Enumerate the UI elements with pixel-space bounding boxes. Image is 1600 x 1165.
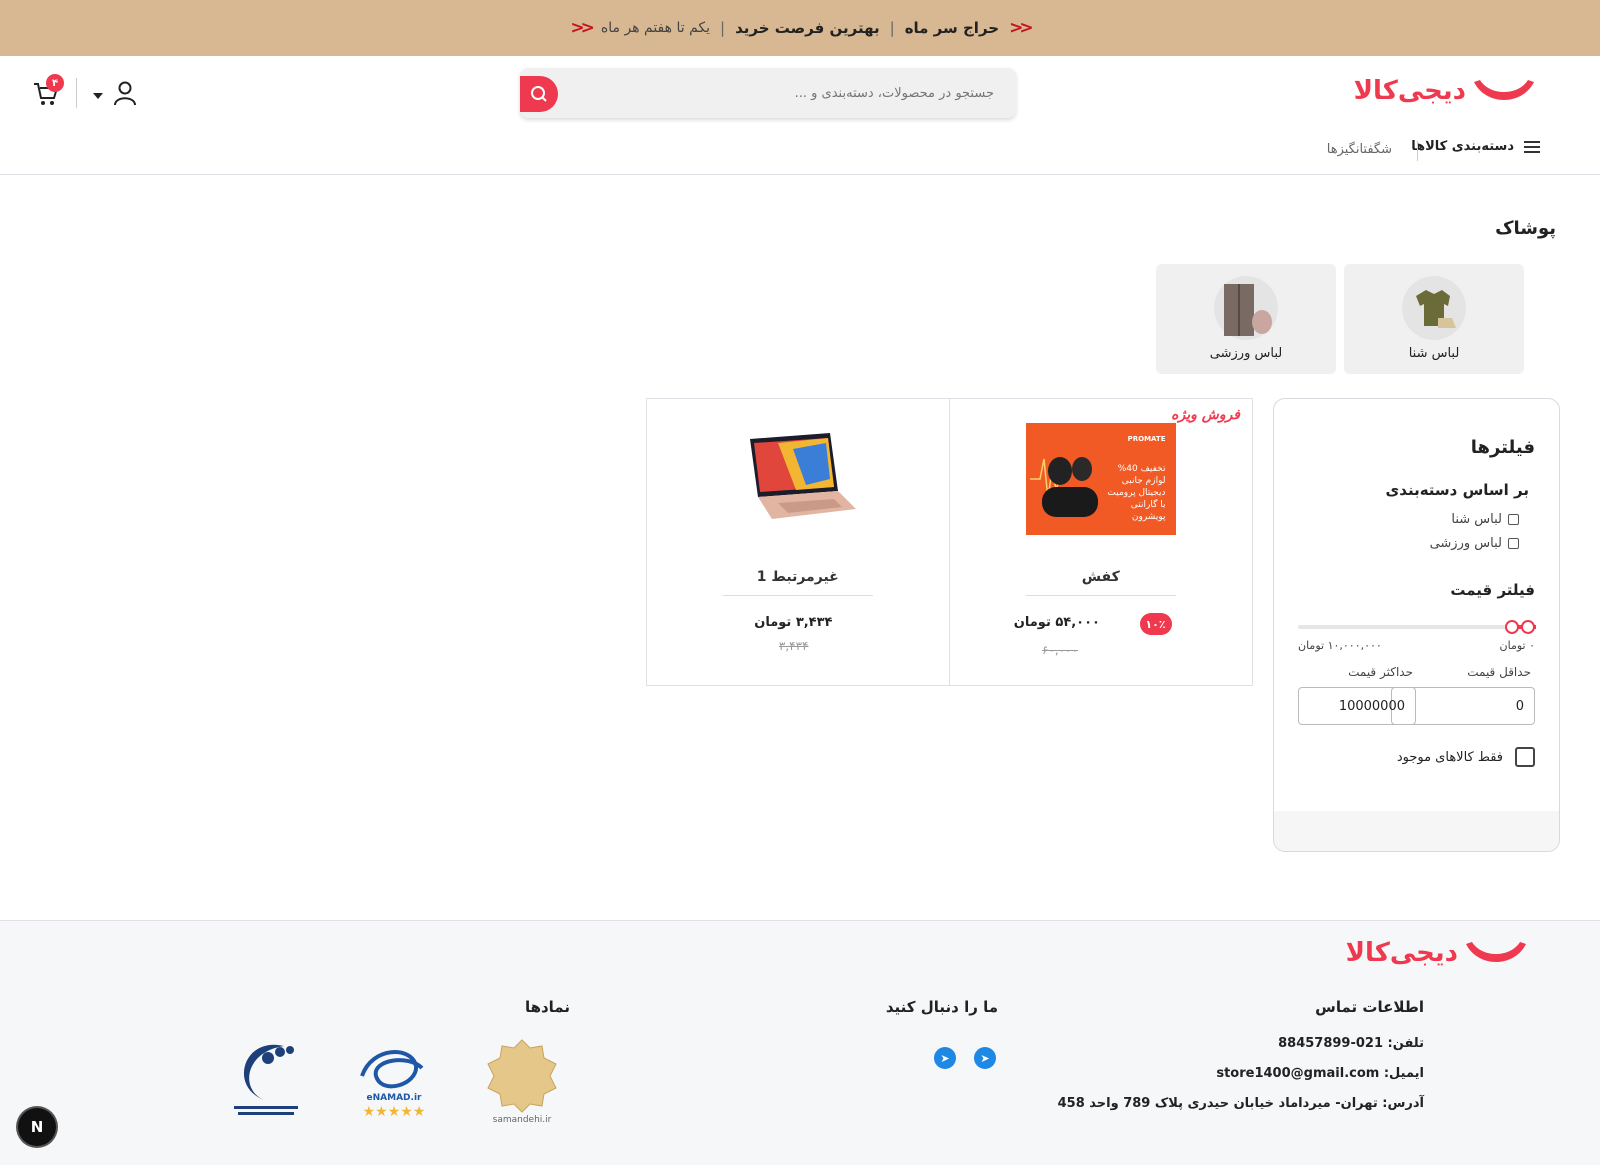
category-filter-title: بر اساس دسته‌بندی xyxy=(1385,481,1529,499)
price-filter-title: فیلتر قیمت xyxy=(1450,581,1535,599)
user-icon xyxy=(114,81,136,106)
promo-brand: PROMATE xyxy=(1127,435,1166,443)
divider xyxy=(723,595,873,596)
product-price: ۵۴,۰۰۰ تومان xyxy=(1013,615,1100,630)
product-name: غیرمرتبط 1 xyxy=(756,569,839,585)
categories-label: دسته‌بندی کالاها xyxy=(1411,139,1514,154)
laptop-image xyxy=(723,423,873,535)
product-card[interactable]: غیرمرتبط 1 ۳,۴۳۴ تومان ۳,۴۳۴ xyxy=(647,399,950,685)
filters-footer xyxy=(1274,811,1559,851)
discount-badge: ۱۰٪ xyxy=(1139,613,1172,635)
divider xyxy=(1025,595,1176,596)
price-range-slider[interactable] xyxy=(1298,625,1536,629)
chevron-right-icon: << xyxy=(570,18,594,38)
footer-logo[interactable]: دیجی‌کالا xyxy=(1346,938,1528,968)
product-price: ۳,۴۳۴ تومان xyxy=(754,615,833,630)
promo-line: دیجیتال پرومیت xyxy=(1107,488,1166,498)
hamburger-icon xyxy=(1524,140,1540,153)
filters-panel: فیلترها بر اساس دسته‌بندی لباس شنا لباس … xyxy=(1273,398,1560,852)
telegram-icon[interactable]: ➤ xyxy=(934,1047,956,1069)
product-grid: غیرمرتبط 1 ۳,۴۳۴ تومان ۳,۴۳۴ فروش ویژه P… xyxy=(646,398,1253,686)
search-icon xyxy=(531,86,547,102)
in-stock-toggle[interactable]: فقط کالاهای موجود xyxy=(1397,747,1535,767)
logo-text: دیجی‌کالا xyxy=(1345,938,1458,968)
follow-title: ما را دنبال کنید xyxy=(885,998,998,1016)
appliances-thumbnail xyxy=(1214,276,1278,340)
banner-divider: | xyxy=(720,19,726,37)
product-card[interactable]: فروش ویژه PROMATE تخفیف 40% لوازم جانبی … xyxy=(950,399,1253,685)
promo-line: تخفیف 40% xyxy=(1117,464,1166,474)
checkbox[interactable] xyxy=(1508,514,1519,525)
promo-banner[interactable]: << حراج سر ماه | بهترین فرصت خرید | یکم … xyxy=(0,0,1600,56)
min-price-label: حداقل قیمت xyxy=(1467,665,1531,679)
logo-smile-icon xyxy=(1466,942,1526,962)
search-bar[interactable] xyxy=(520,68,1016,118)
max-price-input[interactable]: 10000000 xyxy=(1298,687,1416,725)
range-min-handle[interactable] xyxy=(1521,620,1535,634)
search-button[interactable] xyxy=(520,76,558,112)
promo-text: تخفیف 40% لوازم جانبی دیجیتال پرومیت با … xyxy=(1100,463,1166,523)
telegram-icon[interactable]: ➤ xyxy=(974,1047,996,1069)
range-max-label: ۱۰,۰۰۰,۰۰۰ تومان xyxy=(1298,639,1382,652)
chevron-left-icon: << xyxy=(1009,18,1033,38)
ecommerce-organization-badge[interactable] xyxy=(224,1036,308,1126)
category-label: لباس ورزشی xyxy=(1209,346,1283,361)
cart-count-badge: ۴ xyxy=(46,74,64,92)
nav-divider xyxy=(1417,141,1418,161)
banner-title: حراج سر ماه xyxy=(904,19,1000,37)
search-input[interactable] xyxy=(574,85,994,101)
svg-text:samandehi.ir: samandehi.ir xyxy=(493,1115,552,1125)
cart-button[interactable]: ۴ xyxy=(32,74,64,108)
logo-smile-icon xyxy=(1474,80,1534,100)
badges-title: نمادها xyxy=(524,998,570,1016)
user-account-button[interactable] xyxy=(112,80,138,106)
amazing-offers-link[interactable]: شگفتانگیزها xyxy=(1327,142,1392,157)
logo-text: دیجی‌کالا xyxy=(1353,76,1466,106)
samandehi-badge[interactable]: samandehi.ir xyxy=(480,1036,564,1126)
category-checkbox-swim[interactable]: لباس شنا xyxy=(1451,512,1519,527)
product-name: کفش xyxy=(1081,569,1120,585)
product-old-price: ۳,۴۳۴ xyxy=(778,639,809,653)
svg-text:eNAMAD.ir: eNAMAD.ir xyxy=(367,1093,422,1103)
in-stock-label: فقط کالاهای موجود xyxy=(1396,749,1503,765)
banner-divider: | xyxy=(889,19,895,37)
clothes-thumbnail xyxy=(1402,276,1466,340)
chevron-down-icon[interactable] xyxy=(92,86,104,99)
dev-tools-badge[interactable]: N xyxy=(18,1108,56,1146)
promo-line: با گارانتی پویشرون xyxy=(1130,500,1166,522)
earbuds-promo-image: PROMATE تخفیف 40% لوازم جانبی دیجیتال پر… xyxy=(1025,423,1176,535)
max-price-label: حداکثر قیمت xyxy=(1348,665,1413,679)
in-stock-checkbox[interactable] xyxy=(1515,747,1535,767)
svg-text:★★★★★: ★★★★★ xyxy=(363,1104,426,1120)
contact-title: اطلاعات تماس xyxy=(1315,998,1424,1016)
range-min-label: ۰ تومان xyxy=(1499,639,1535,652)
banner-subtitle: بهترین فرصت خرید xyxy=(735,19,880,37)
site-logo[interactable]: دیجی‌کالا xyxy=(1354,76,1536,106)
category-card[interactable]: لباس شنا xyxy=(1344,264,1524,374)
footer-address: آدرس: تهران- میرداماد خیابان حیدری پلاک … xyxy=(1057,1096,1424,1111)
footer-phone: تلفن: 021-88457899 xyxy=(1278,1036,1424,1051)
special-sale-badge: فروش ویژه xyxy=(1171,407,1240,423)
category-card[interactable]: لباس ورزشی xyxy=(1156,264,1336,374)
product-old-price: ۶۰,۰۰۰ xyxy=(1041,643,1078,657)
footer-email: ایمیل: store1400@gmail.com xyxy=(1216,1066,1424,1081)
page-title: پوشاک xyxy=(1495,218,1556,239)
category-label: لباس شنا xyxy=(1408,346,1460,361)
header-divider xyxy=(76,78,77,108)
range-max-handle[interactable] xyxy=(1505,620,1519,634)
filters-title: فیلترها xyxy=(1470,437,1535,458)
enamad-badge[interactable]: eNAMAD.ir ★★★★★ xyxy=(352,1036,436,1126)
checkbox[interactable] xyxy=(1508,538,1519,549)
promo-line: لوازم جانبی xyxy=(1121,476,1166,486)
banner-note: یکم تا هفتم هر ماه xyxy=(600,20,711,36)
checkbox-label: لباس شنا xyxy=(1451,512,1502,527)
category-checkbox-sport[interactable]: لباس ورزشی xyxy=(1430,536,1519,551)
categories-menu[interactable]: دسته‌بندی کالاها xyxy=(1411,139,1540,154)
checkbox-label: لباس ورزشی xyxy=(1429,536,1502,551)
